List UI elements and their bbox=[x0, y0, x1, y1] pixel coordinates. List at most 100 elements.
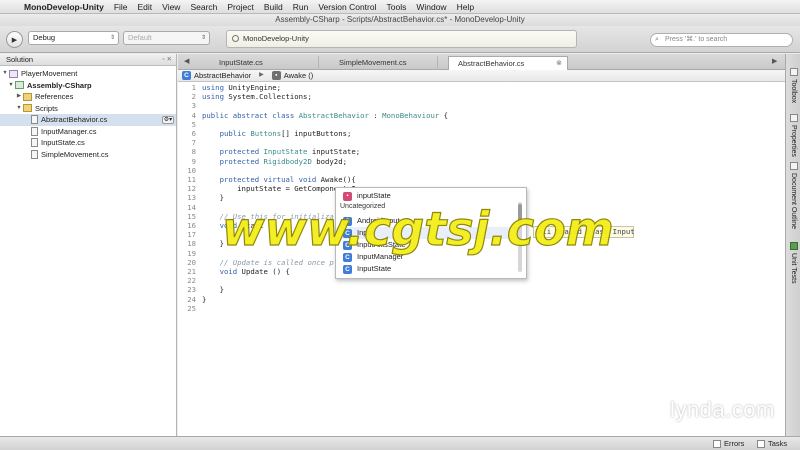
chevron-down-icon[interactable]: ▼ bbox=[7, 80, 15, 92]
code-token: InputState bbox=[259, 147, 308, 157]
solution-title: Solution bbox=[6, 55, 34, 64]
tab-inputstate[interactable]: InputState.cs bbox=[210, 56, 319, 70]
chevron-right-icon: ▶ bbox=[259, 72, 264, 78]
tree-item-inputmanager[interactable]: InputManager.cs bbox=[0, 126, 176, 138]
errors-icon bbox=[713, 440, 721, 448]
line-number: 9 bbox=[191, 156, 196, 166]
tab-simplemovement[interactable]: SimpleMovement.cs bbox=[330, 56, 438, 70]
breadcrumb-class[interactable]: AbstractBehavior bbox=[194, 70, 251, 81]
close-icon[interactable]: ⊗ bbox=[556, 57, 562, 70]
tree-item-abstractbehavior[interactable]: AbstractBehavior.cs ⚙▾ bbox=[0, 114, 176, 126]
chevron-down-icon[interactable]: ▼ bbox=[15, 103, 23, 115]
pad-properties[interactable]: Properties bbox=[787, 114, 800, 157]
tab-abstractbehavior[interactable]: AbstractBehavior.cs ⊗ bbox=[448, 56, 568, 70]
status-box: MonoDevelop-Unity bbox=[226, 30, 577, 48]
menu-help[interactable]: Help bbox=[452, 2, 479, 12]
line-number: 25 bbox=[187, 303, 196, 313]
platform-select[interactable]: Default ⇕ bbox=[123, 31, 210, 45]
run-button[interactable]: ▶ bbox=[6, 31, 23, 48]
pad-controls-icon[interactable]: ▫ ✕ bbox=[162, 54, 172, 65]
search-icon: ⌕ bbox=[655, 36, 659, 43]
tree-item-label: InputState.cs bbox=[41, 138, 85, 147]
tree-item-project[interactable]: ▼ Assembly-CSharp bbox=[0, 80, 176, 92]
code-token: Rigidbody2D bbox=[259, 156, 312, 166]
menu-version-control[interactable]: Version Control bbox=[313, 2, 381, 12]
chevron-right-icon[interactable]: ▶ bbox=[15, 91, 23, 103]
tab-label: InputState.cs bbox=[219, 58, 263, 67]
tab-label: SimpleMovement.cs bbox=[339, 58, 407, 67]
menu-run[interactable]: Run bbox=[288, 2, 314, 12]
tree-item-inputstate[interactable]: InputState.cs bbox=[0, 137, 176, 149]
menu-build[interactable]: Build bbox=[259, 2, 288, 12]
tree-item-simplemovement[interactable]: SimpleMovement.cs bbox=[0, 149, 176, 161]
line-number: 6 bbox=[191, 129, 196, 138]
menu-view[interactable]: View bbox=[157, 2, 185, 12]
code-token: : bbox=[368, 110, 383, 120]
pad-document-outline[interactable]: Document Outline bbox=[787, 162, 800, 229]
tasks-label: Tasks bbox=[768, 439, 788, 448]
toolbox-icon bbox=[789, 68, 798, 76]
menu-window[interactable]: Window bbox=[411, 2, 451, 12]
line-number: 22 bbox=[187, 276, 196, 286]
status-icon bbox=[232, 35, 239, 42]
tasks-icon bbox=[757, 440, 765, 448]
tree-item-references[interactable]: ▶ References bbox=[0, 91, 176, 103]
code-token: System.Collections; bbox=[223, 92, 312, 102]
folder-icon bbox=[23, 92, 32, 101]
code-token: protected bbox=[219, 147, 260, 157]
chevron-right-icon[interactable]: ▶ bbox=[772, 57, 777, 65]
method-icon: ▪ bbox=[271, 71, 281, 80]
toolbar: ▶ Debug ⇕ Default ⇕ MonoDevelop-Unity ⌕ … bbox=[0, 26, 800, 53]
menu-tools[interactable]: Tools bbox=[381, 2, 411, 12]
tree-item-scripts[interactable]: ▼ Scripts bbox=[0, 103, 176, 115]
menu-app[interactable]: MonoDevelop-Unity bbox=[22, 2, 109, 12]
menu-bar: MonoDevelop-Unity File Edit View Search … bbox=[0, 0, 800, 14]
line-number: 11 bbox=[187, 175, 196, 184]
code-token: using bbox=[202, 92, 224, 102]
completion-item-label: inputState bbox=[357, 191, 391, 200]
code-token: Awake(){ bbox=[316, 175, 356, 184]
tree-item-label: Scripts bbox=[35, 103, 58, 113]
chevron-left-icon[interactable]: ◀ bbox=[184, 57, 189, 65]
code-token: [] inputButtons; bbox=[281, 129, 352, 138]
folder-icon bbox=[23, 104, 32, 113]
chevron-down-icon[interactable]: ▼ bbox=[1, 68, 9, 80]
play-icon: ▶ bbox=[11, 36, 18, 44]
tasks-button[interactable]: Tasks bbox=[757, 439, 787, 449]
line-number: 19 bbox=[187, 248, 196, 258]
pad-label: Toolbox bbox=[790, 79, 797, 104]
tree-item-label: SimpleMovement.cs bbox=[41, 149, 109, 159]
line-number: 8 bbox=[191, 147, 196, 157]
line-number: 10 bbox=[187, 165, 196, 175]
tree-item-solution[interactable]: ▼ PlayerMovement bbox=[0, 68, 176, 80]
errors-button[interactable]: Errors bbox=[713, 439, 744, 449]
solution-header: Solution ▫ ✕ bbox=[0, 54, 176, 66]
menu-search[interactable]: Search bbox=[185, 2, 222, 12]
solution-pad: Solution ▫ ✕ ▼ PlayerMovement ▼ Assembly… bbox=[0, 54, 177, 436]
code-token: protected virtual void bbox=[219, 175, 317, 184]
file-icon bbox=[31, 138, 38, 148]
outline-icon bbox=[789, 162, 798, 170]
pad-label: Document Outline bbox=[790, 173, 797, 230]
configuration-value: Debug bbox=[33, 33, 56, 42]
menu-edit[interactable]: Edit bbox=[133, 2, 158, 12]
pad-toolbox[interactable]: Toolbox bbox=[787, 68, 800, 103]
line-number: 16 bbox=[187, 221, 196, 230]
configuration-select[interactable]: Debug ⇕ bbox=[28, 31, 119, 45]
breadcrumb-member[interactable]: Awake () bbox=[284, 70, 313, 81]
menu-file[interactable]: File bbox=[109, 2, 133, 12]
completion-item[interactable]: ▪ inputState bbox=[336, 190, 516, 202]
gear-icon[interactable]: ⚙▾ bbox=[162, 115, 174, 124]
line-number: 14 bbox=[187, 202, 196, 212]
tree-item-label: References bbox=[35, 92, 74, 101]
class-icon: C bbox=[343, 264, 352, 274]
code-comment: // Update is called once p bbox=[219, 257, 334, 267]
unit-tests-icon bbox=[789, 242, 798, 250]
class-icon: C bbox=[182, 71, 191, 80]
lynda-logo: lynda.com bbox=[670, 397, 775, 422]
pad-unit-tests[interactable]: Unit Tests bbox=[787, 242, 800, 284]
line-number: 13 bbox=[187, 193, 196, 203]
menu-project[interactable]: Project bbox=[222, 2, 258, 12]
completion-item[interactable]: C InputState bbox=[336, 263, 516, 275]
search-input[interactable]: ⌕ Press '⌘.' to search bbox=[650, 33, 793, 47]
